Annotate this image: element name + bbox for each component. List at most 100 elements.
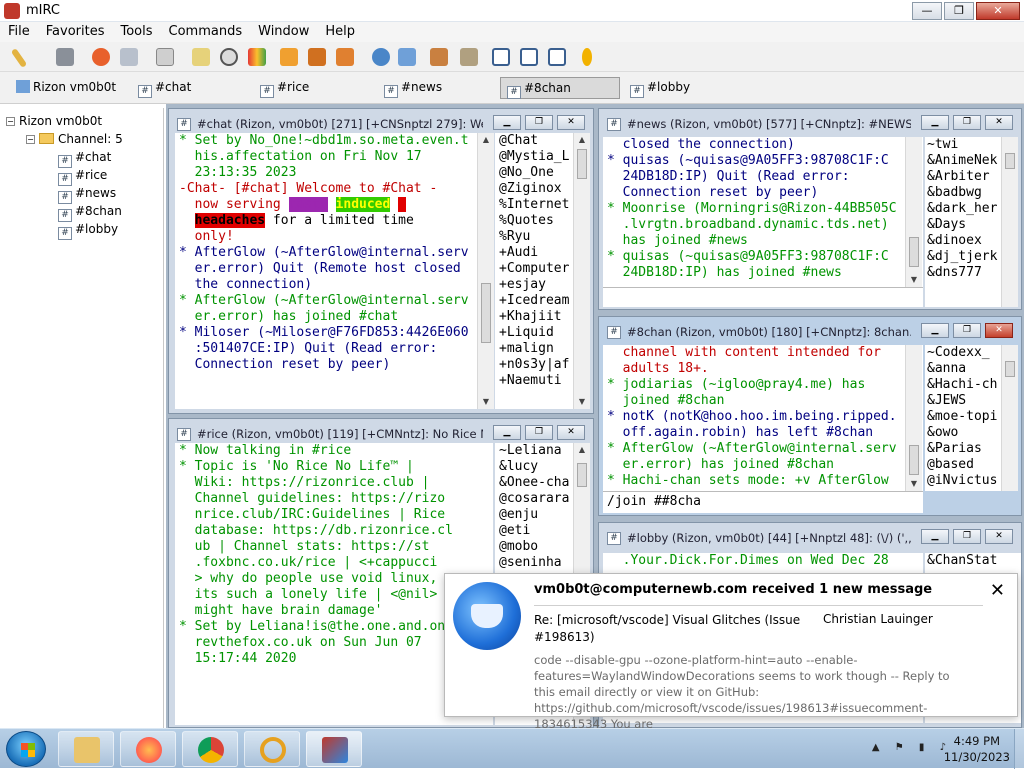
nick-item[interactable]: @seninha [499,555,575,571]
nick-item[interactable]: @Ziginox [499,181,575,197]
switch-tab-news[interactable]: # #news [378,77,448,99]
dcc-options-icon[interactable] [336,48,354,66]
nick-item[interactable]: +Naemuti [499,373,575,389]
scroll-thumb[interactable] [909,445,919,475]
window-8chan[interactable]: # #8chan (Rizon, vm0b0t) [180] [+CNnptz]… [598,316,1022,516]
nick-item[interactable]: %Internet [499,197,575,213]
close-button[interactable]: ✕ [985,529,1013,544]
nick-item[interactable]: @based [927,457,1005,473]
minimize-button[interactable]: — [912,2,942,20]
maximize-button[interactable]: ❐ [953,323,981,338]
menu-favorites[interactable]: Favorites [38,22,113,42]
nick-item[interactable]: &anna [927,361,1005,377]
nick-item[interactable]: &dark_her [927,201,1005,217]
nick-item[interactable]: +Khajiit [499,309,575,325]
nick-item[interactable]: &Hachi-ch [927,377,1005,393]
nicklist-scrollbar[interactable] [1001,345,1018,491]
scroll-down-arrow[interactable]: ▼ [478,395,494,409]
nick-item[interactable]: @iNvictus [927,473,1005,489]
tree-channel-folder[interactable]: − Channel: 5 [26,132,123,146]
connect-icon[interactable] [10,48,28,68]
nick-item[interactable]: +Liquid [499,325,575,341]
chat-scrollbar[interactable]: ▼ [905,137,922,287]
menu-window[interactable]: Window [250,22,317,42]
chat-log[interactable]: channel with content intended for adults… [603,345,923,491]
close-button[interactable]: ✕ [985,323,1013,338]
nick-item[interactable]: @enju [499,507,575,523]
options-icon[interactable] [56,48,74,66]
maximize-button[interactable]: ❐ [525,115,553,130]
scroll-thumb[interactable] [577,149,587,179]
scripts-icon[interactable] [430,48,448,66]
help-icon[interactable] [582,48,592,66]
nick-item[interactable]: &badbwg [927,185,1005,201]
maximize-button[interactable]: ❐ [953,529,981,544]
collapse-icon[interactable]: − [26,135,35,144]
switch-tab-rice[interactable]: # #rice [254,77,315,99]
nick-list[interactable]: ~twi &AnimeNek &Arbiter &badbwg &dark_her &Da… [925,137,1005,307]
taskbar-chrome[interactable] [182,731,238,767]
window-news[interactable]: # #news (Rizon, vm0b0t) [577] [+CNnptz]:… [598,108,1022,310]
nicklist-scrollbar[interactable]: ▲ ▼ [573,133,590,409]
colors-icon[interactable] [248,48,266,66]
tree-item-lobby[interactable]: # #lobby [58,222,118,240]
close-button[interactable]: ✕ [557,115,585,130]
nick-item[interactable]: &ChanStat [927,553,1021,569]
tile-v-icon[interactable] [520,48,538,66]
dcc-send-icon[interactable] [280,48,298,66]
nick-item[interactable]: &lucy [499,459,575,475]
scroll-up-arrow[interactable]: ▲ [574,443,590,457]
nick-item[interactable]: +esjay [499,277,575,293]
taskbar-explorer[interactable] [58,731,114,767]
scroll-down-arrow[interactable]: ▼ [906,477,922,491]
minimize-button[interactable]: ▁ [493,425,521,440]
tree-item-rice[interactable]: # #rice [58,168,107,186]
notify-icon[interactable] [192,48,210,66]
close-button[interactable]: ✕ [985,115,1013,130]
nick-item[interactable]: &AnimeNek [927,153,1005,169]
nick-item[interactable]: +Icedream [499,293,575,309]
nick-item[interactable]: %Quotes [499,213,575,229]
chat-scrollbar[interactable]: ▲ ▼ [477,133,494,409]
scroll-thumb[interactable] [577,463,587,487]
switch-tab-lobby[interactable]: # #lobby [624,77,696,99]
menu-file[interactable]: File [0,22,38,42]
nick-item[interactable]: &moe-topi [927,409,1005,425]
nick-item[interactable]: &JEWS [927,393,1005,409]
clock[interactable]: 4:49 PM 11/30/2023 [944,733,1010,765]
nick-item[interactable]: ~twi [927,137,1005,153]
menu-commands[interactable]: Commands [161,22,251,42]
chat-log[interactable]: * Set by No_One!~dbd1m.so.meta.even.t hi… [175,133,493,409]
log-icon[interactable] [156,48,174,66]
nick-item[interactable]: &owo [927,425,1005,441]
scroll-thumb[interactable] [481,283,491,343]
chat-scrollbar[interactable]: ▼ [905,345,922,491]
scroll-down-arrow[interactable]: ▼ [574,395,590,409]
timer-icon[interactable] [220,48,238,66]
tree-server-node[interactable]: − Rizon vm0b0t [6,114,102,128]
nick-item[interactable]: @Chat [499,133,575,149]
switch-tab-chat[interactable]: # #chat [132,77,197,99]
menu-tools[interactable]: Tools [113,22,161,42]
maximize-button[interactable]: ❐ [944,2,974,20]
nick-item[interactable]: @cosarara [499,491,575,507]
minimize-button[interactable]: ▁ [921,323,949,338]
nick-item[interactable]: &dj_tjerk [927,249,1005,265]
menu-help[interactable]: Help [317,22,363,42]
send-icon[interactable] [120,48,138,66]
minimize-button[interactable]: ▁ [921,529,949,544]
nick-item[interactable]: &dinoex [927,233,1005,249]
show-desktop-button[interactable] [1014,729,1024,769]
nick-item[interactable]: +malign [499,341,575,357]
maximize-button[interactable]: ❐ [525,425,553,440]
nicklist-scrollbar[interactable] [1001,137,1018,307]
collapse-icon[interactable]: − [6,117,15,126]
scroll-up-arrow[interactable]: ▲ [574,133,590,147]
minimize-button[interactable]: ▁ [493,115,521,130]
dcc-chat-icon[interactable] [308,48,326,66]
tree-item-8chan[interactable]: # #8chan [58,204,122,222]
nick-list[interactable]: ~Codexx_ &anna &Hachi-ch &JEWS &moe-topi &owo… [925,345,1005,491]
nick-item[interactable]: +Audi [499,245,575,261]
switch-tab-server[interactable]: Rizon vm0b0t [10,77,122,99]
message-input[interactable]: /join ##8cha [603,491,923,513]
